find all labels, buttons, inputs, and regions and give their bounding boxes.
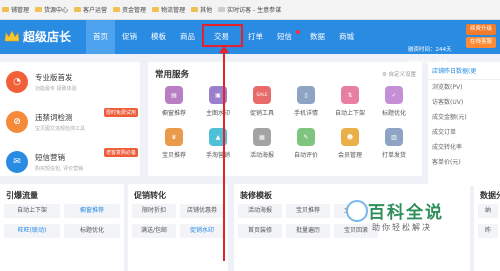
- bookmark-item[interactable]: 客户运营: [74, 5, 107, 14]
- service-showcase[interactable]: ▤ 橱窗推荐: [152, 84, 196, 122]
- home-decor-button[interactable]: 首页装修: [238, 224, 282, 238]
- folder-icon: [113, 7, 121, 12]
- stat-orders: 成交订单: [432, 129, 457, 136]
- review-icon: ✎: [297, 128, 315, 146]
- service-mobile-detail[interactable]: ▯ 手机详情: [284, 84, 328, 122]
- online-service-button[interactable]: 在线客服: [466, 37, 496, 48]
- service-auto-review[interactable]: ✎ 自动评价: [284, 126, 328, 164]
- watermark-logo-icon: [346, 200, 368, 222]
- ban-icon: ⊘: [6, 111, 28, 133]
- auto-listing-button[interactable]: 自动上下架: [4, 204, 60, 218]
- nav-tab-mall[interactable]: 商城: [332, 20, 361, 54]
- repurchase-badge: 老客复购必备: [103, 148, 138, 157]
- nav-tab-data[interactable]: 数据: [303, 20, 332, 54]
- page-icon: [218, 7, 226, 12]
- service-member-manage[interactable]: ☻ 会员管理: [328, 126, 372, 164]
- stat-amount: 成交金额(元): [432, 114, 467, 121]
- poster-icon: ▦: [253, 128, 271, 146]
- data-button-1[interactable]: 纳: [478, 204, 498, 218]
- bookmarks-bar: 铺管理 货源中心 客户运营 资金管理 物流管理 其他 实时访客 - 生意参谋: [0, 0, 500, 20]
- service-mobile-marketing[interactable]: ▲ 手淘营销: [196, 126, 240, 164]
- notification-dot: [296, 30, 300, 34]
- stats-title[interactable]: 店铺昨日数据(更: [428, 62, 500, 80]
- nav-tab-home[interactable]: 首页: [86, 20, 115, 54]
- item-recommend-button[interactable]: 宝贝推荐: [286, 204, 330, 218]
- section-traffic: 引爆流量 自动上下架 橱窗推荐 旺旺(联动) 标题优化: [0, 184, 124, 271]
- title-optimize-button[interactable]: 标题优化: [64, 224, 120, 238]
- folder-icon: [152, 7, 160, 12]
- app-logo[interactable]: 超级店长: [4, 28, 71, 45]
- watermark: 百科全说 助你轻松解决: [346, 198, 476, 248]
- promo-watermark-button[interactable]: 促销水印: [180, 224, 224, 238]
- services-title: 常用服务: [155, 70, 190, 80]
- pro-icon: ◔: [6, 71, 28, 93]
- showcase-icon: ▤: [165, 86, 183, 104]
- crown-icon: [4, 30, 20, 42]
- event-poster-button[interactable]: 活动海报: [238, 204, 282, 218]
- folder-icon: [74, 7, 82, 12]
- printer-icon: ▥: [385, 128, 403, 146]
- feature-banned-words[interactable]: ⊘ 违禁词检测 宝贝图文违规检测工具 限时免费试用: [0, 102, 140, 142]
- limited-discount-button[interactable]: 限时折扣: [132, 204, 176, 218]
- up-down-icon: ⇅: [341, 86, 359, 104]
- free-shipping-button[interactable]: 满送/包邮: [132, 224, 176, 238]
- services-grid: ▤ 橱窗推荐 ▣ 主图水印 SALE 促销工具 ▯ 手机详情 ⇅ 自动上下架 ✓ 标题优化 …: [152, 84, 420, 164]
- sale-icon: SALE: [253, 86, 271, 104]
- phone-icon: ▯: [297, 86, 315, 104]
- mail-icon: ✉: [6, 151, 28, 173]
- section-data-analysis: 数据分 纳 昨: [474, 184, 500, 271]
- service-promo-tools[interactable]: SALE 促销工具: [240, 84, 284, 122]
- service-title-optimize[interactable]: ✓ 标题优化: [372, 84, 416, 122]
- nav-tab-template[interactable]: 模板: [144, 20, 173, 54]
- stat-conversion: 成交转化率: [432, 144, 463, 151]
- member-icon: ☻: [341, 128, 359, 146]
- annotation-arrow: [223, 50, 225, 261]
- shop-stats-panel: 店铺昨日数据(更 浏览数(PV) 访客数(UV) 成交金额(元) 成交订单 成交…: [428, 62, 500, 186]
- renew-upgrade-button[interactable]: 续费升级: [466, 24, 496, 35]
- wangwang-button[interactable]: 旺旺(联动): [4, 224, 60, 238]
- bookmark-item[interactable]: 物流管理: [152, 5, 185, 14]
- customize-settings-link[interactable]: ⚙ 自定义设置: [382, 70, 416, 78]
- batch-traverse-button[interactable]: 批量遍历: [286, 224, 330, 238]
- service-print-ship[interactable]: ▥ 打单发货: [372, 126, 416, 164]
- folder-icon: [35, 7, 43, 12]
- bookmark-item[interactable]: 铺管理: [2, 5, 29, 14]
- stat-uv: 访客数(UV): [432, 99, 464, 106]
- stat-avg-price: 客单价(元): [432, 159, 461, 166]
- nav-tab-print-orders[interactable]: 打单: [241, 20, 270, 54]
- check-icon: ✓: [385, 86, 403, 104]
- top-header: 超级店长 首页 促销 模板 商品 交易 打单 短信 数据 商城 融资时间：244…: [0, 20, 500, 66]
- stat-pv: 浏览数(PV): [432, 84, 463, 91]
- showcase-button[interactable]: 橱窗推荐: [64, 204, 120, 218]
- service-watermark[interactable]: ▣ 主图水印: [196, 84, 240, 122]
- folder-icon: [191, 7, 199, 12]
- arrow-up-icon: [219, 46, 229, 53]
- service-auto-listing[interactable]: ⇅ 自动上下架: [328, 84, 372, 122]
- folder-icon: [2, 7, 9, 12]
- service-item-recommend[interactable]: ♛ 宝贝推荐: [152, 126, 196, 164]
- feature-pro-release[interactable]: ◔ 专业版首发 功能最专 极致体验: [0, 62, 140, 102]
- data-button-2[interactable]: 昨: [478, 224, 498, 238]
- crown-icon: ♛: [165, 128, 183, 146]
- feature-sms-marketing[interactable]: ✉ 短信营销 购买短信包, 评价营销 老客复购必备: [0, 142, 140, 182]
- common-services-panel: 常用服务 ⚙ 自定义设置 ▤ 橱窗推荐 ▣ 主图水印 SALE 促销工具 ▯ 手机详情 …: [148, 62, 422, 176]
- nav-tab-sms[interactable]: 短信: [270, 20, 303, 54]
- free-trial-badge: 限时免费试用: [103, 108, 138, 117]
- bookmark-item[interactable]: 其他: [191, 5, 212, 14]
- nav-tab-products[interactable]: 商品: [173, 20, 202, 54]
- bookmark-item[interactable]: 货源中心: [35, 5, 68, 14]
- bookmark-item[interactable]: 资金管理: [113, 5, 146, 14]
- service-event-poster[interactable]: ▦ 活动海报: [240, 126, 284, 164]
- feature-cards: ◔ 专业版首发 功能最专 极致体验 ⊘ 违禁词检测 宝贝图文违规检测工具 限时免…: [0, 62, 140, 176]
- nav-tab-promotion[interactable]: 促销: [115, 20, 144, 54]
- trade-tab-highlight: [202, 24, 243, 47]
- bookmark-item[interactable]: 实时访客 - 生意参谋: [218, 5, 281, 14]
- coupon-button[interactable]: 店铺优惠券: [180, 204, 224, 218]
- section-promotion: 促销转化 限时折扣 店铺优惠券 满送/包邮 促销水印: [128, 184, 228, 271]
